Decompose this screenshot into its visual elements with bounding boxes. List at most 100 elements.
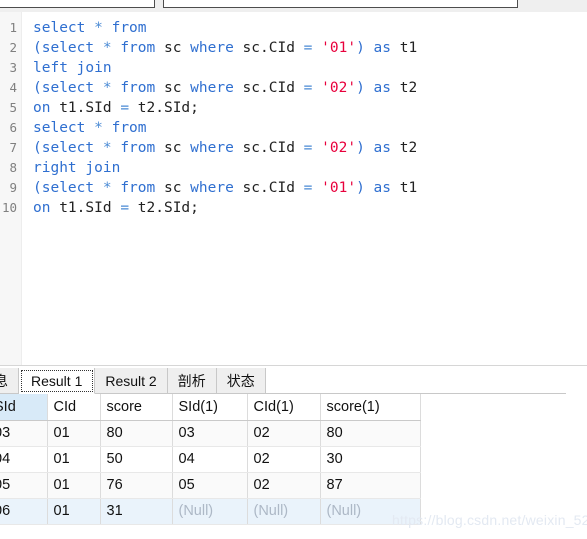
table-cell[interactable]: 01 <box>47 498 101 525</box>
code-token: ( <box>33 140 42 156</box>
code-token: ( <box>33 40 42 56</box>
table-cell[interactable]: 31 <box>100 498 173 525</box>
sql-editor[interactable]: 1 2 3 4 5 6 7 8 9 10 select * from (select * from … <box>0 12 587 365</box>
table-cell[interactable]: 76 <box>100 472 173 499</box>
code-token: t1.SId <box>50 100 121 116</box>
column-header-cid1[interactable]: CId(1) <box>247 394 321 421</box>
code-token: on <box>33 200 51 216</box>
result-table-header-row: SIdCIdscoreSId(1)CId(1)score(1) <box>0 394 421 421</box>
table-cell[interactable]: (Null) <box>247 498 321 525</box>
table-cell[interactable]: 03 <box>172 420 248 447</box>
editor-line-number: 10 <box>1 200 17 215</box>
editor-code-line[interactable]: on t1.SId = t2.SId; <box>33 198 199 218</box>
result-tab-result-2[interactable]: Result 2 <box>95 368 168 394</box>
code-token: select <box>33 20 86 36</box>
code-token: t1.SId <box>50 200 121 216</box>
code-token: ) <box>356 40 365 56</box>
table-cell[interactable]: 05 <box>172 472 248 499</box>
code-token: sc.CId <box>233 140 304 156</box>
editor-line-number: 4 <box>9 80 17 95</box>
table-cell[interactable]: 03 <box>0 420 48 447</box>
table-row[interactable]: 050176050287 <box>0 472 421 499</box>
code-token: sc.CId <box>233 180 304 196</box>
code-token: t2.SId; <box>129 100 199 116</box>
column-header-sid1[interactable]: SId(1) <box>172 394 248 421</box>
document-tab-stub-left[interactable] <box>0 0 155 8</box>
table-cell[interactable]: 02 <box>247 420 321 447</box>
result-tab-剖析[interactable]: 剖析 <box>167 368 217 394</box>
table-cell[interactable]: 01 <box>47 472 101 499</box>
table-cell[interactable]: 80 <box>320 420 421 447</box>
code-token: from <box>120 40 156 56</box>
editor-code-line[interactable]: left join <box>33 58 112 78</box>
table-cell[interactable]: 02 <box>247 446 321 473</box>
code-token: from <box>111 20 147 36</box>
result-tab-息[interactable]: 息 <box>0 368 19 394</box>
code-token: t2 <box>391 80 418 96</box>
table-row[interactable]: 030180030280 <box>0 420 421 447</box>
editor-code-line[interactable]: on t1.SId = t2.SId; <box>33 98 199 118</box>
result-tab-result-1[interactable]: Result 1 <box>19 368 96 394</box>
code-token: select <box>41 80 95 96</box>
code-token: as <box>373 40 391 56</box>
code-token: '01' <box>321 180 357 196</box>
document-tab-stub-right[interactable] <box>163 0 518 8</box>
table-cell[interactable]: 06 <box>0 498 48 525</box>
table-cell[interactable]: 01 <box>47 420 101 447</box>
code-token: on <box>33 100 51 116</box>
code-token: from <box>120 80 156 96</box>
table-row[interactable]: 060131(Null)(Null)(Null) <box>0 498 421 525</box>
code-token: * <box>94 20 103 36</box>
result-tab-label: 息 <box>0 372 8 389</box>
code-token: right join <box>33 160 121 176</box>
editor-code-line[interactable]: (select * from sc where sc.CId = '01') a… <box>33 178 417 198</box>
table-cell[interactable]: 05 <box>0 472 48 499</box>
column-header-score1[interactable]: score(1) <box>320 394 421 421</box>
code-token: sc <box>155 40 191 56</box>
editor-code-line[interactable]: select * from <box>33 118 147 138</box>
editor-line-number: 3 <box>9 60 17 75</box>
editor-code-area[interactable]: select * from (select * from sc where sc.… <box>23 12 587 365</box>
table-cell[interactable]: 04 <box>0 446 48 473</box>
editor-code-line[interactable]: select * from <box>33 18 147 38</box>
code-token: '02' <box>321 140 357 156</box>
editor-line-number: 9 <box>9 180 17 195</box>
column-header-score[interactable]: score <box>100 394 173 421</box>
table-cell[interactable]: 80 <box>100 420 173 447</box>
code-token: ) <box>356 180 365 196</box>
result-tab-label: 状态 <box>226 372 255 389</box>
result-tab-label: Result 2 <box>105 372 157 389</box>
editor-line-number: 6 <box>9 120 17 135</box>
table-cell[interactable]: (Null) <box>320 498 421 525</box>
table-cell[interactable]: (Null) <box>172 498 248 525</box>
result-tab-状态[interactable]: 状态 <box>216 368 266 394</box>
editor-code-line[interactable]: right join <box>33 158 120 178</box>
column-header-cid[interactable]: CId <box>47 394 101 421</box>
code-token: ) <box>356 140 365 156</box>
table-cell[interactable]: 87 <box>320 472 421 499</box>
table-cell[interactable]: 50 <box>100 446 173 473</box>
result-grid[interactable]: SIdCIdscoreSId(1)CId(1)score(1) 03018003… <box>0 394 587 539</box>
column-header-sid[interactable]: SId <box>0 394 48 421</box>
editor-code-line[interactable]: (select * from sc where sc.CId = '02') a… <box>33 138 417 158</box>
result-tab-label: 剖析 <box>177 372 206 389</box>
editor-line-number: 5 <box>9 100 17 115</box>
editor-code-line[interactable]: (select * from sc where sc.CId = '02') a… <box>33 78 417 98</box>
editor-code-line[interactable]: (select * from sc where sc.CId = '01') a… <box>33 38 417 58</box>
table-cell[interactable]: 30 <box>320 446 421 473</box>
code-token: select <box>41 40 95 56</box>
table-cell[interactable]: 01 <box>47 446 101 473</box>
table-row[interactable]: 040150040230 <box>0 446 421 473</box>
table-cell[interactable]: 02 <box>247 472 321 499</box>
table-cell[interactable]: 04 <box>172 446 248 473</box>
